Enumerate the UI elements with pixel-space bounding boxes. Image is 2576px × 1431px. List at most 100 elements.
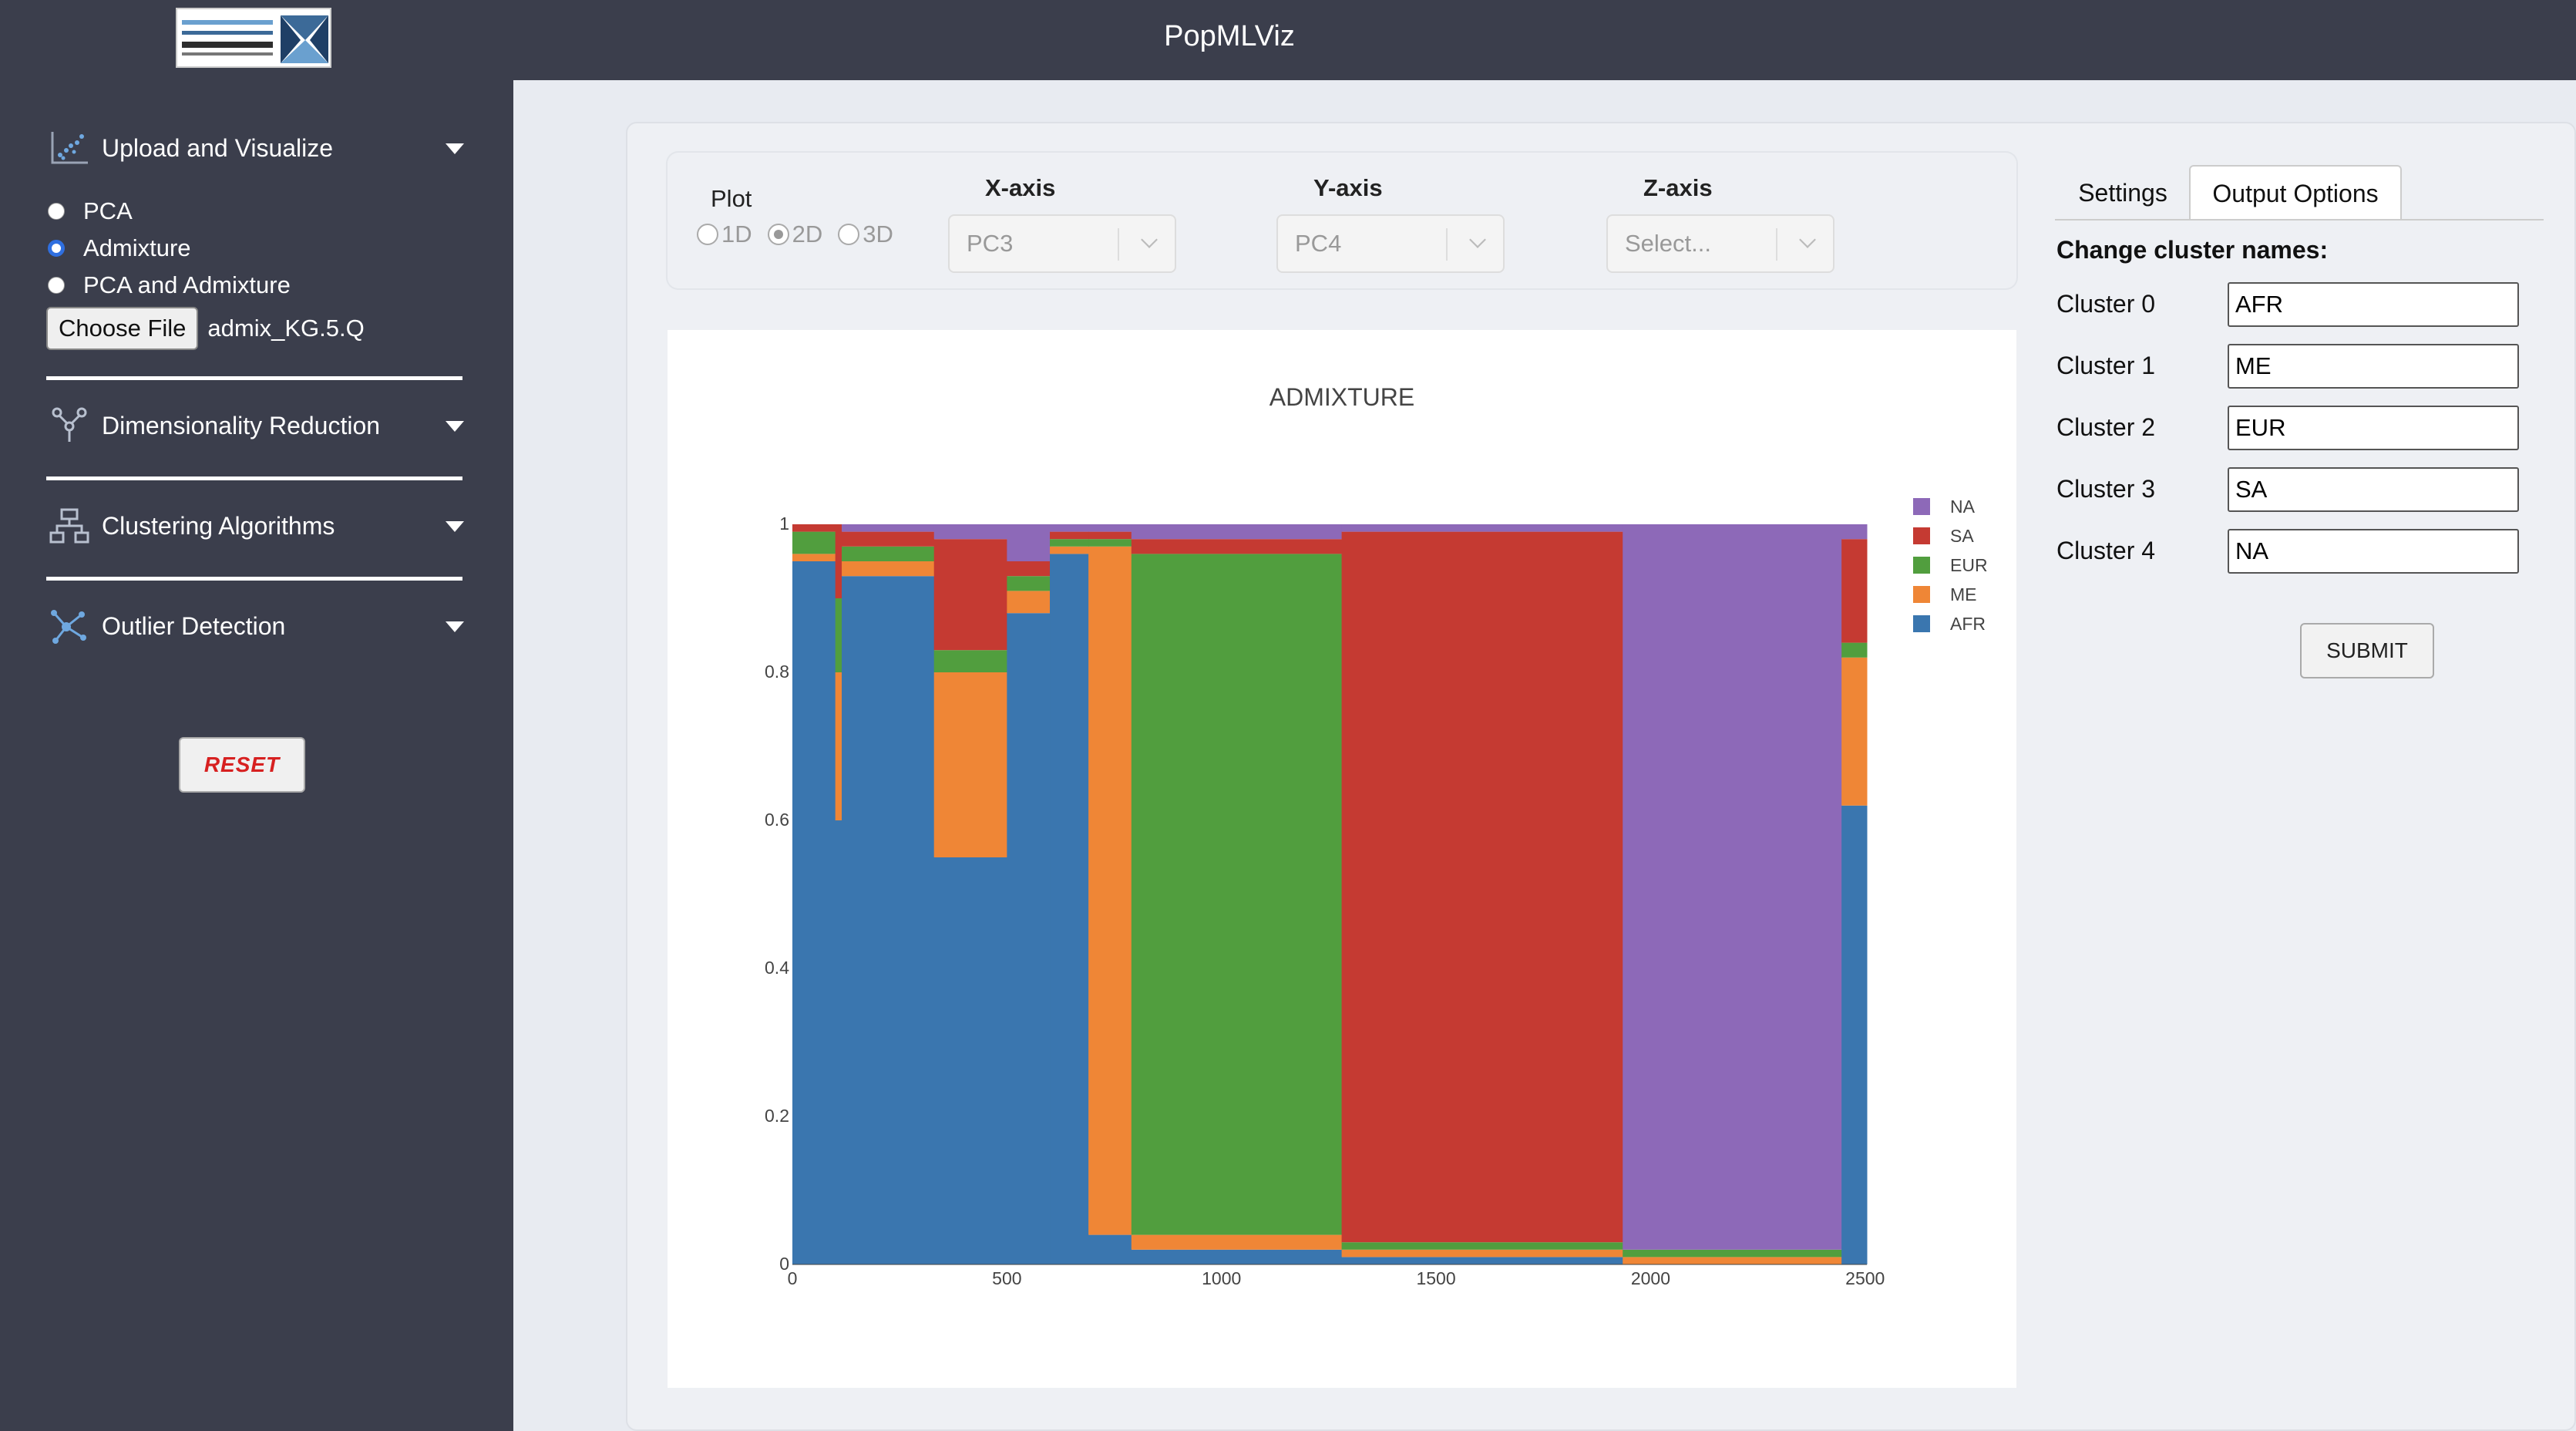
- bar-segment-me: [1623, 1257, 1842, 1264]
- chevron-down-icon[interactable]: [446, 521, 464, 532]
- bar-segment-sa: [1131, 539, 1343, 554]
- bar-segment-sa: [933, 539, 1007, 651]
- bar-segment-eur: [1841, 642, 1868, 658]
- upload-visualize-section[interactable]: Upload and Visualize: [48, 125, 464, 171]
- legend-swatch-sa: [1913, 527, 1930, 544]
- tab-output-options[interactable]: Output Options: [2189, 165, 2402, 221]
- chevron-down-icon: [1469, 231, 1486, 248]
- bar-segment-eur: [792, 531, 836, 554]
- divider: [46, 476, 462, 480]
- admixture-chart[interactable]: ADMIXTURE 00.20.40.60.81 0 500 1000 1500 200…: [668, 330, 2016, 1388]
- cluster-1-input[interactable]: ME: [2228, 344, 2519, 389]
- cluster-0-label: Cluster 0: [2056, 290, 2156, 318]
- radio-1d[interactable]: [697, 224, 718, 245]
- x-tick-label: 1500: [1416, 1268, 1455, 1288]
- legend-label-afr: AFR: [1950, 614, 1986, 634]
- radio-2d[interactable]: [767, 224, 789, 245]
- outlier-scatter-icon: [51, 610, 86, 644]
- y-axis-value: PC4: [1295, 230, 1342, 257]
- y-axis-select[interactable]: PC4: [1276, 214, 1505, 273]
- legend-swatch-afr: [1913, 615, 1930, 632]
- legend-label-sa: SA: [1950, 526, 1974, 546]
- legend-label-na: NA: [1950, 497, 1976, 517]
- bar-segment-na: [1341, 524, 1623, 532]
- cluster-1-label: Cluster 1: [2056, 352, 2156, 379]
- z-axis-placeholder: Select...: [1625, 230, 1711, 257]
- y-axis-label: Y-axis: [1313, 174, 1383, 201]
- chevron-down-icon[interactable]: [446, 143, 464, 154]
- tab-settings[interactable]: Settings: [2055, 165, 2191, 221]
- bar-segment-na: [842, 524, 935, 532]
- radio-pca[interactable]: [48, 203, 65, 220]
- x-tick-label: 2000: [1631, 1268, 1670, 1288]
- bar-segment-na: [1623, 524, 1842, 1250]
- dimensionality-reduction-section[interactable]: Dimensionality Reduction: [48, 402, 464, 449]
- bar-segment-sa: [1841, 539, 1868, 643]
- bar-segment-afr: [1007, 613, 1051, 1264]
- bar-segment-na: [1007, 524, 1051, 561]
- bar-segment-sa: [842, 531, 935, 547]
- legend-label-me: ME: [1950, 584, 1977, 604]
- plot-label: Plot: [711, 185, 752, 212]
- plot-dimension-radios: 1D 2D 3D: [697, 221, 909, 248]
- clustering-algorithms-section[interactable]: Clustering Algorithms: [48, 503, 464, 549]
- bar-segment-na: [1131, 524, 1343, 540]
- bar-segment-sa: [835, 524, 842, 598]
- radio-pca-and-admixture[interactable]: [48, 277, 65, 294]
- x-axis-value: PC3: [967, 230, 1014, 257]
- bar-segment-na: [1050, 524, 1089, 532]
- bar-segment-eur: [1088, 539, 1132, 547]
- outlier-detection-label: Outlier Detection: [102, 611, 286, 640]
- option-admixture-label: Admixture: [83, 234, 191, 261]
- select-separator: [1118, 228, 1119, 261]
- radio-admixture[interactable]: [48, 240, 65, 257]
- app-title: PopMLViz: [1164, 20, 1295, 52]
- option-pca-and-admixture[interactable]: PCA and Admixture: [48, 271, 291, 299]
- bar-segment-afr: [835, 820, 842, 1264]
- bar-segment-me: [1088, 546, 1132, 1235]
- reset-button[interactable]: RESET: [179, 737, 305, 793]
- outlier-detection-section[interactable]: Outlier Detection: [48, 603, 464, 649]
- chevron-down-icon[interactable]: [446, 421, 464, 432]
- bar-segment-sa: [1007, 561, 1051, 577]
- radio-3d[interactable]: [838, 224, 860, 245]
- cluster-0-input[interactable]: AFR: [2228, 282, 2519, 327]
- x-tick-label: 1000: [1202, 1268, 1241, 1288]
- cluster-3-label: Cluster 3: [2056, 475, 2156, 503]
- z-axis-select[interactable]: Select...: [1606, 214, 1834, 273]
- bar-segment-eur: [933, 650, 1007, 672]
- radio-2d-label: 2D: [792, 221, 823, 247]
- radio-3d-label: 3D: [863, 221, 893, 247]
- bar-segment-me: [792, 554, 836, 561]
- chevron-down-icon[interactable]: [446, 621, 464, 632]
- select-separator: [1446, 228, 1448, 261]
- cluster-2-label: Cluster 2: [2056, 413, 2156, 441]
- submit-button[interactable]: SUBMIT: [2300, 623, 2434, 678]
- cluster-4-label: Cluster 4: [2056, 537, 2156, 564]
- option-admixture[interactable]: Admixture: [48, 234, 191, 262]
- chevron-down-icon: [1141, 231, 1158, 248]
- x-axis-select[interactable]: PC3: [948, 214, 1176, 273]
- bar-segment-afr: [1088, 1234, 1132, 1264]
- bar-segment-me: [1131, 1234, 1343, 1250]
- hierarchy-icon: [49, 508, 89, 544]
- choose-file-button[interactable]: Choose File: [46, 307, 199, 350]
- network-branch-icon: [52, 407, 87, 442]
- tab-underline: [2055, 219, 2544, 221]
- y-tick-label: 0.6: [765, 810, 789, 830]
- cluster-3-input[interactable]: SA: [2228, 467, 2519, 512]
- legend-swatch-na: [1913, 498, 1930, 515]
- bar-segment-afr: [842, 576, 935, 1264]
- option-pca[interactable]: PCA: [48, 197, 133, 225]
- bar-segment-eur: [1050, 539, 1089, 547]
- bar-segment-me: [933, 672, 1007, 857]
- y-tick-label: 0.2: [765, 1106, 789, 1126]
- file-picker: Choose File admix_KG.5.Q: [46, 307, 365, 350]
- bar-segment-afr: [792, 561, 836, 1264]
- bar-segment-me: [1050, 546, 1089, 554]
- z-axis-label: Z-axis: [1643, 174, 1713, 201]
- cluster-4-input[interactable]: NA: [2228, 529, 2519, 574]
- option-pca-label: PCA: [83, 197, 133, 224]
- cluster-2-input[interactable]: EUR: [2228, 406, 2519, 450]
- chart-title: ADMIXTURE: [1270, 383, 1414, 411]
